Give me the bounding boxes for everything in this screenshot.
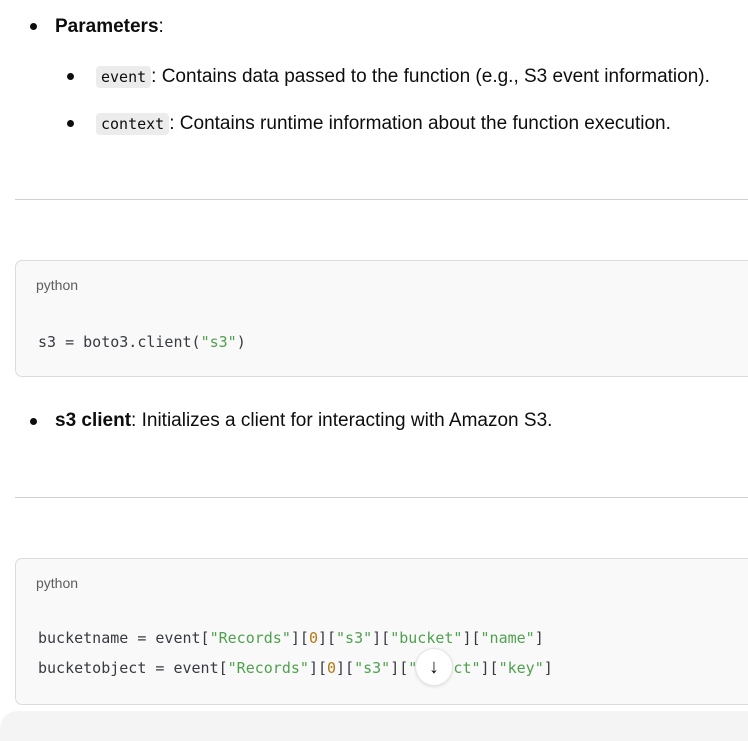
inline-code: event	[96, 66, 152, 88]
list-item: context: Contains runtime information ab…	[96, 112, 671, 136]
s3-client-label: s3 client	[55, 410, 132, 431]
colon: :	[158, 16, 164, 37]
divider	[15, 199, 748, 200]
bullet	[30, 23, 37, 30]
divider	[15, 497, 748, 498]
item-text: : Initializes a client for interacting w…	[131, 410, 553, 431]
parameters-heading: Parameters:	[55, 15, 164, 39]
bullet	[30, 418, 37, 425]
s3-client-item: s3 client: Initializes a client for inte…	[55, 409, 552, 433]
code-line: s3 = boto3.client("s3")	[38, 333, 246, 351]
scroll-to-bottom-button[interactable]: ↓	[415, 648, 453, 686]
code-block: python bucketname = event["Records"][0][…	[15, 558, 748, 705]
bullet	[67, 73, 74, 80]
arrow-down-icon: ↓	[429, 655, 439, 678]
composer-area	[0, 711, 748, 741]
item-text: : Contains data passed to the function (…	[151, 66, 710, 87]
bullet	[67, 120, 74, 127]
code-line: bucketname = event["Records"][0]["s3"]["…	[38, 629, 544, 647]
code-block: python s3 = boto3.client("s3")	[15, 260, 748, 377]
parameters-label: Parameters	[55, 16, 159, 37]
code-language-label: python	[36, 277, 79, 293]
item-text: : Contains runtime information about the…	[169, 113, 671, 134]
code-language-label: python	[36, 575, 79, 591]
inline-code: context	[96, 113, 170, 135]
code-line: bucketobject = event["Records"][0]["s3"]…	[38, 659, 553, 677]
list-item: event: Contains data passed to the funct…	[96, 65, 710, 89]
